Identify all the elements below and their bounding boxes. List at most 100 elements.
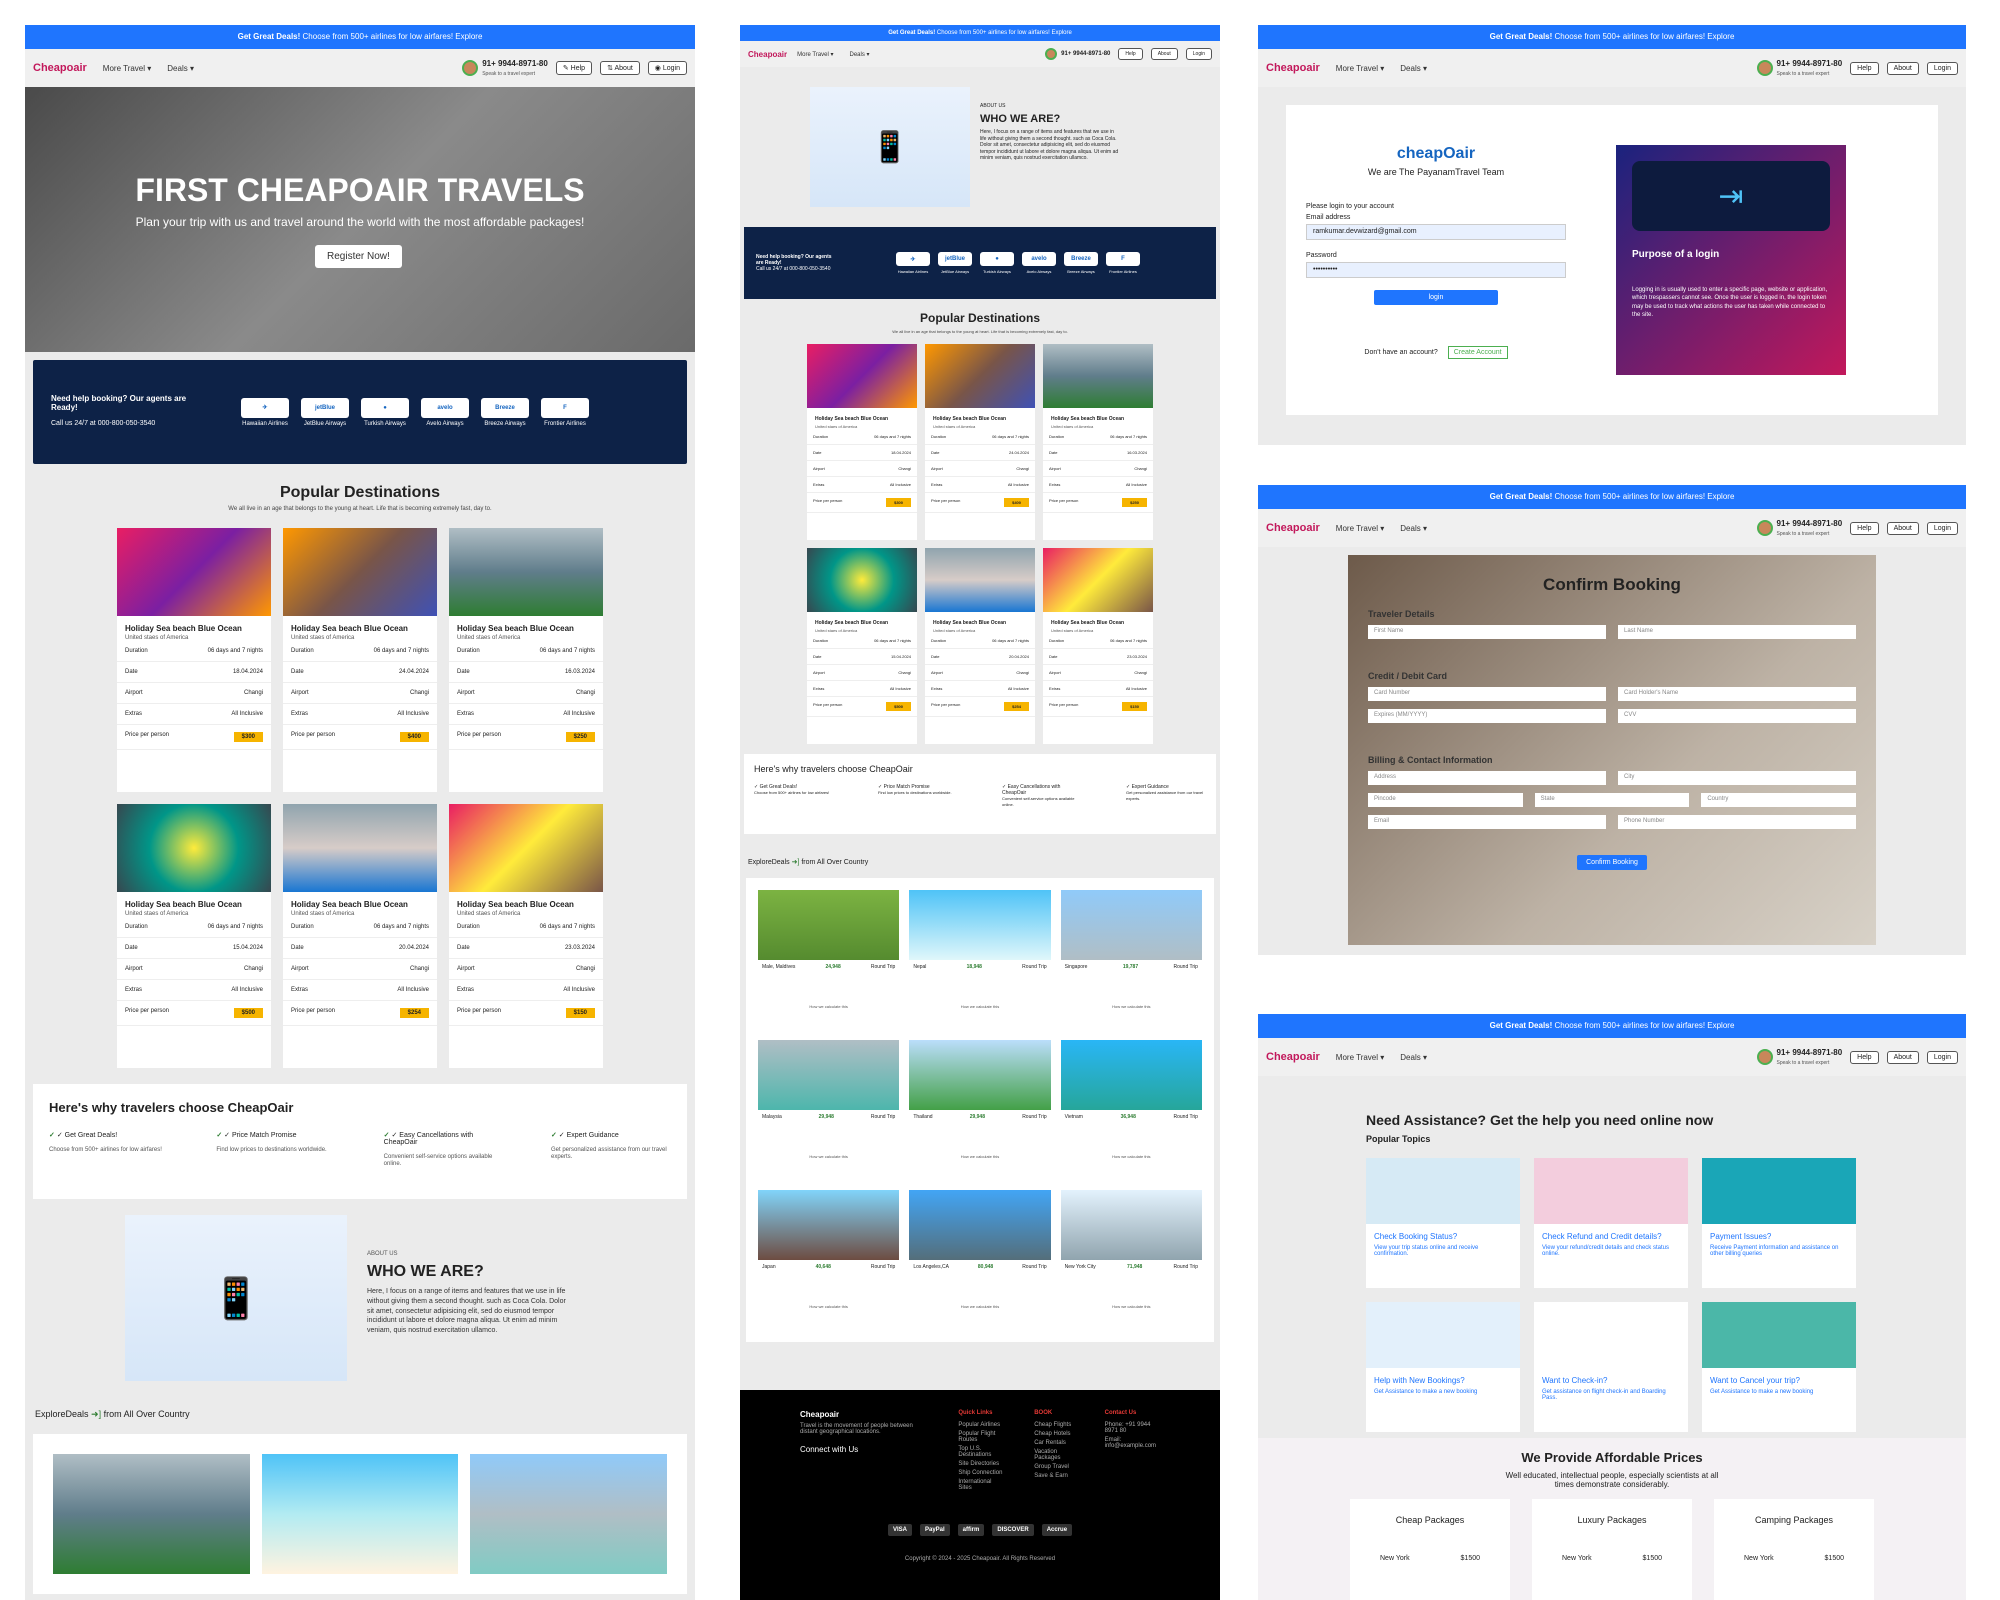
price-badge[interactable]: $400 [399,732,429,742]
state-input[interactable]: State [1534,793,1690,807]
airline-item[interactable]: ● Turkish Airways [980,252,1014,274]
nav-deals[interactable]: Deals ▾ [1400,1053,1427,1062]
deal-card[interactable]: New York City 71,948 Round Trip How we calc… [1060,1190,1202,1330]
destination-card[interactable]: Holiday Sea beach Blue Ocean United staes… [925,548,1035,744]
logo[interactable]: Cheapoair [1266,522,1320,534]
airline-item[interactable]: ✈ Hawaiian Airlines [896,252,930,274]
destination-card[interactable]: Holiday Sea beach Blue Ocean United staes… [117,804,271,1068]
deal-card[interactable]: Thailand 29,948 Round Trip How we calculate… [909,1040,1051,1180]
price-badge[interactable]: $150 [565,1008,595,1018]
price-badge[interactable]: $500 [886,702,911,711]
logo[interactable]: Cheapoair [33,62,87,74]
create-account-button[interactable]: Create Account [1447,346,1508,359]
topic-card[interactable]: Want to Check-in? Get assistance on fligh… [1534,1302,1688,1432]
login-button[interactable]: Login [1185,48,1212,60]
airline-item[interactable]: F Frontier Airlines [1106,252,1140,274]
price-badge[interactable]: $254 [1004,702,1029,711]
about-button[interactable]: About [1886,61,1919,75]
nav-more-travel[interactable]: More Travel ▾ [1336,524,1384,533]
address-input[interactable]: Address [1368,771,1606,785]
airline-item[interactable]: avelo Avelo Airways [421,397,469,427]
nav-more-travel[interactable]: More Travel ▾ [103,64,151,73]
deal-bar[interactable]: Get Great Deals! Choose from 500+ airlin… [1258,485,1966,509]
footer-link[interactable]: Popular Flight Routes [958,1431,1004,1443]
calc-link[interactable]: How we calculate this [1061,1304,1202,1309]
nav-deals[interactable]: Deals ▾ [1400,64,1427,73]
deal-bar[interactable]: Get Great Deals! Choose from 500+ airlin… [740,25,1220,41]
price-badge[interactable]: $250 [1122,498,1147,507]
login-submit-button[interactable]: login [1374,290,1498,305]
phone-input[interactable]: Phone Number [1618,815,1856,829]
destination-card[interactable]: Holiday Sea beach Blue Ocean United staes… [283,804,437,1068]
card-holder-input[interactable]: Card Holder's Name [1618,687,1856,701]
destination-card[interactable]: Holiday Sea beach Blue Ocean United staes… [283,528,437,792]
expires-input[interactable]: Expires (MM/YYYY) [1368,709,1606,723]
price-badge[interactable]: $254 [399,1008,429,1018]
destination-card[interactable]: Holiday Sea beach Blue Ocean United staes… [449,528,603,792]
nav-deals[interactable]: Deals ▾ [849,51,869,58]
deal-bar[interactable]: Get Great Deals! Choose from 500+ airlin… [1258,1014,1966,1038]
nav-deals[interactable]: Deals ▾ [167,64,194,73]
cvv-input[interactable]: CVV [1618,709,1856,723]
password-field[interactable]: •••••••••• [1306,262,1566,278]
footer-link[interactable]: Phone: +91 9944 8971 80 [1105,1422,1160,1434]
login-button[interactable]: ◉ Login [647,61,687,75]
calc-link[interactable]: How we calculate this [909,1004,1050,1009]
nav-more-travel[interactable]: More Travel ▾ [1336,1053,1384,1062]
calc-link[interactable]: How we calculate this [758,1154,899,1159]
footer-link[interactable]: Top U.S. Destinations [958,1446,1004,1458]
register-button[interactable]: Register Now! [315,245,402,268]
destination-card[interactable]: Holiday Sea beach Blue Ocean United staes… [807,344,917,540]
footer-link[interactable]: Group Travel [1034,1464,1074,1470]
deal-bar[interactable]: Get Great Deals! Choose from 500+ airlin… [1258,25,1966,49]
deal-card[interactable]: Singapore 19,787 Round Trip How we calculat… [1060,890,1202,1030]
about-button[interactable]: About [1886,1050,1919,1064]
airline-item[interactable]: ✈ Hawaiian Airlines [241,397,289,427]
destination-card[interactable]: Holiday Sea beach Blue Ocean United staes… [807,548,917,744]
first-name-input[interactable]: First Name [1368,625,1606,639]
deal-card[interactable]: Male, Maldives 24,948 Round Trip How we cal… [758,890,900,1030]
calc-link[interactable]: How we calculate this [909,1154,1050,1159]
price-badge[interactable]: $300 [233,732,263,742]
nav-more-travel[interactable]: More Travel ▾ [1336,64,1384,73]
help-button[interactable]: Help [1850,521,1879,535]
package-card[interactable]: Camping Packages New York $1500 [1714,1499,1874,1600]
logo[interactable]: Cheapoair [1266,1051,1320,1063]
confirm-booking-button[interactable]: Confirm Booking [1577,855,1647,870]
footer-link[interactable]: Site Directories [958,1461,1004,1467]
calc-link[interactable]: How we calculate this [1061,1004,1202,1009]
logo[interactable]: Cheapoair [748,50,787,59]
airline-item[interactable]: Breeze Breeze Airways [1064,252,1098,274]
phone-contact[interactable]: 91+ 9944-8971-80 [1045,48,1110,60]
phone-contact[interactable]: 91+ 9944-8971-80 Speak to a travel expert [1756,1048,1842,1066]
topic-card[interactable]: Check Booking Status? View your trip stat… [1366,1158,1520,1288]
price-badge[interactable]: $150 [1122,702,1147,711]
package-card[interactable]: Luxury Packages New York $1500 [1532,1499,1692,1600]
topic-card[interactable]: Want to Cancel your trip? Get Assistance … [1702,1302,1856,1432]
country-input[interactable]: Country [1701,793,1857,807]
city-input[interactable]: City [1618,771,1856,785]
login-button[interactable]: Login [1926,61,1958,75]
phone-contact[interactable]: 91+ 9944-8971-80 Speak to a travel expert [1756,519,1842,537]
topic-card[interactable]: Payment Issues? Receive Payment informati… [1702,1158,1856,1288]
pincode-input[interactable]: Pincode [1368,793,1523,807]
price-badge[interactable]: $400 [1004,498,1029,507]
card-number-input[interactable]: Card Number [1368,687,1606,701]
footer-link[interactable]: Cheap Flights [1034,1422,1074,1428]
phone-contact[interactable]: 91+ 9944-8971-80 Speak to a travel expert [1756,59,1842,77]
phone-contact[interactable]: 91+ 9944-8971-80 Speak to a travel expert [462,59,548,77]
last-name-input[interactable]: Last Name [1618,625,1856,639]
footer-link[interactable]: Ship Connection [958,1470,1004,1476]
login-button[interactable]: Login [1926,1050,1958,1064]
footer-link[interactable]: Vacation Packages [1034,1449,1074,1461]
nav-more-travel[interactable]: More Travel ▾ [797,51,833,58]
footer-link[interactable]: International Sites [958,1479,1004,1491]
calc-link[interactable]: How we calculate this [758,1004,899,1009]
email-input[interactable]: Email [1368,815,1606,829]
destination-card[interactable]: Holiday Sea beach Blue Ocean United staes… [449,804,603,1068]
destination-card[interactable]: Holiday Sea beach Blue Ocean United staes… [117,528,271,792]
deal-card[interactable]: Nepal 18,948 Round Trip How we calculate th… [909,890,1051,1030]
deal-photo[interactable] [53,1454,250,1574]
help-button[interactable]: Help [1850,61,1879,75]
calc-link[interactable]: How we calculate this [909,1304,1050,1309]
